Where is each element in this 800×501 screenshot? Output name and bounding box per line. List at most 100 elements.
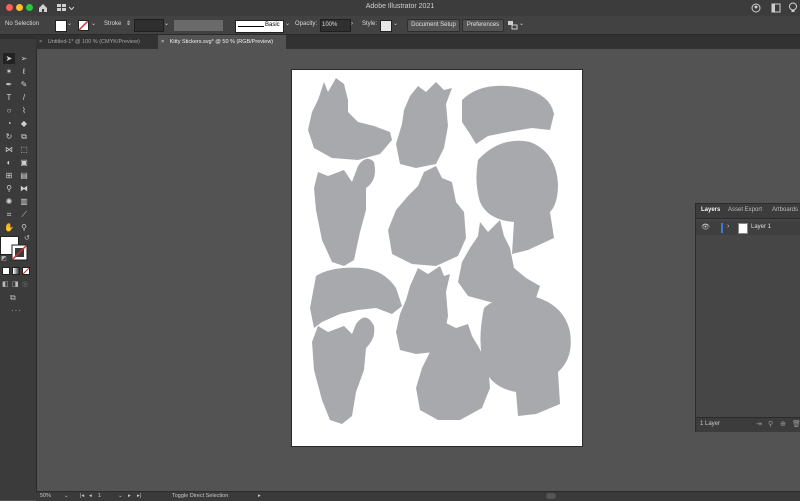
draw-behind-icon[interactable]: ◨ — [12, 280, 19, 288]
kitty-stickers-artwork[interactable] — [292, 70, 582, 446]
artboard[interactable] — [291, 69, 583, 447]
document-setup-button[interactable]: Document Setup — [407, 19, 460, 32]
stroke-weight-field[interactable] — [134, 19, 164, 32]
opacity-label[interactable]: Opacity: — [295, 19, 317, 30]
lasso-tool-icon[interactable]: ℓ — [18, 66, 30, 77]
swap-fill-stroke-icon[interactable]: ↺ — [24, 234, 30, 242]
arrange-documents-icon[interactable] — [771, 3, 781, 13]
symbol-sprayer-tool-icon[interactable]: ✺ — [3, 196, 15, 207]
eraser-tool-icon[interactable]: ◆ — [18, 118, 30, 129]
cat-head-sticker-2 — [480, 295, 571, 416]
blend-tool-icon[interactable]: ⧓ — [18, 183, 30, 194]
default-fill-stroke-icon[interactable]: ◩ — [1, 255, 7, 262]
arrange-icon[interactable] — [508, 21, 518, 30]
layer-name[interactable]: Layer 1 — [751, 224, 771, 230]
discover-lightbulb-icon[interactable] — [788, 2, 798, 14]
edit-toolbar-more-icon[interactable]: ··· — [11, 306, 22, 315]
none-mode-icon[interactable] — [22, 267, 30, 275]
tab-close-icon[interactable]: × — [161, 39, 164, 45]
previous-artboard-icon[interactable]: ◂ — [89, 493, 92, 499]
ellipse-tool-icon[interactable]: ○ — [3, 105, 15, 116]
first-artboard-icon[interactable]: |◂ — [80, 493, 84, 499]
chevron-right-icon[interactable]: › — [351, 19, 353, 30]
tab-artboards[interactable]: Artboards — [772, 207, 798, 213]
zoom-level[interactable]: 50% — [40, 493, 51, 499]
brush-stroke-preview — [238, 26, 264, 27]
panel-grip[interactable] — [0, 35, 36, 39]
tab-untitled-1[interactable]: × Untitled-1* @ 100 % (CMYK/Preview) — [36, 35, 158, 49]
shaper-tool-icon[interactable]: ◔ — [3, 118, 15, 129]
layers-panel-footer: 1 Layer ⇥ ⚲ ⊕ 🗑 — [696, 417, 800, 432]
stroke-color-swatch[interactable] — [11, 244, 28, 261]
hand-tool-icon[interactable]: ✋ — [3, 222, 15, 233]
brush-definition[interactable]: Basic — [235, 20, 284, 33]
paintbrush-tool-icon[interactable]: ⌇ — [18, 105, 30, 116]
visibility-eye-icon[interactable]: 👁 — [701, 223, 710, 231]
fill-swatch[interactable] — [55, 20, 67, 32]
scale-tool-icon[interactable]: ⧉ — [18, 131, 30, 142]
variable-width-profile[interactable] — [174, 20, 223, 31]
chevron-down-icon[interactable]: ⌄ — [64, 493, 69, 499]
draw-inside-icon[interactable]: ◎ — [22, 280, 28, 288]
stroke-weight-stepper-icon[interactable]: ⇕ — [126, 19, 131, 30]
layer-color-indicator — [721, 223, 723, 233]
draw-normal-icon[interactable]: ◧ — [2, 280, 9, 288]
artboard-number[interactable]: 1 — [98, 493, 101, 499]
curvature-tool-icon[interactable]: ✎ — [18, 79, 30, 90]
chevron-down-icon[interactable]: ⌄ — [285, 19, 290, 30]
chevron-down-icon[interactable]: ⌄ — [519, 19, 524, 30]
live-paint-tool-icon[interactable]: ▣ — [18, 157, 30, 168]
control-bar: No Selection ⌄ ⌄ Stroke ⇕ ⌄ Basic ⌄ Opac… — [0, 16, 800, 35]
slice-tool-icon[interactable]: ⟋ — [18, 209, 30, 220]
mesh-tool-icon[interactable]: ⊞ — [3, 170, 15, 181]
line-segment-tool-icon[interactable]: / — [18, 92, 30, 103]
new-layer-icon[interactable]: ⊕ — [780, 420, 786, 428]
color-mode-icon[interactable] — [2, 267, 10, 275]
window-title: Adobe Illustrator 2021 — [365, 3, 435, 10]
eyedropper-tool-icon[interactable]: ⚲ — [3, 183, 15, 194]
shape-builder-tool-icon[interactable]: ◐ — [3, 157, 15, 168]
pen-tool-icon[interactable]: ✒ — [3, 79, 15, 90]
chevron-down-icon[interactable]: ⌄ — [118, 493, 123, 499]
opacity-field[interactable]: 100% — [320, 19, 351, 32]
zoom-tool-icon[interactable]: ⚲ — [18, 222, 30, 233]
free-transform-tool-icon[interactable]: ⬚ — [18, 144, 30, 155]
export-icon[interactable]: ⇥ — [756, 420, 762, 428]
preferences-button[interactable]: Preferences — [462, 19, 504, 32]
tab-close-icon[interactable]: × — [39, 39, 42, 45]
graphic-style-swatch[interactable] — [380, 20, 392, 32]
cat-sitting-sticker-2 — [396, 82, 452, 168]
tab-layers[interactable]: Layers — [701, 207, 720, 213]
stroke-swatch-none-icon[interactable] — [78, 20, 89, 31]
gradient-mode-icon[interactable] — [12, 267, 20, 275]
magic-wand-tool-icon[interactable]: ✶ — [3, 66, 15, 77]
direct-selection-tool-icon[interactable]: ➢ — [18, 53, 30, 64]
tab-kitty-stickers[interactable]: × Kitty Stickers.svg* @ 50 % (RGB/Previe… — [158, 35, 286, 49]
horizontal-scroll-thumb[interactable] — [546, 493, 556, 499]
tab-asset-export[interactable]: Asset Export — [728, 207, 762, 213]
width-tool-icon[interactable]: ⋈ — [3, 144, 15, 155]
share-icon[interactable] — [751, 3, 761, 13]
tools-panel: ➤ ➢ ✶ ℓ ✒ ✎ T / ○ ⌇ ◔ ◆ ↻ ⧉ ⋈ ⬚ ◐ ▣ ⊞ ▤ … — [0, 35, 37, 500]
status-menu-icon[interactable]: ▸ — [258, 493, 261, 499]
stroke-label[interactable]: Stroke — [104, 19, 121, 30]
chevron-down-icon[interactable]: ⌄ — [91, 19, 96, 30]
gradient-tool-icon[interactable]: ▤ — [18, 170, 30, 181]
layer-row[interactable]: 👁 › Layer 1 — [696, 221, 800, 235]
column-graph-tool-icon[interactable]: ▥ — [18, 196, 30, 207]
chevron-down-icon[interactable]: ⌄ — [164, 19, 169, 30]
selection-tool-icon[interactable]: ➤ — [3, 53, 15, 64]
cat-sitting-sticker-3 — [388, 166, 466, 266]
rotate-tool-icon[interactable]: ↻ — [3, 131, 15, 142]
locate-object-icon[interactable]: ⚲ — [768, 420, 773, 428]
last-artboard-icon[interactable]: ▸| — [137, 493, 141, 499]
brush-name: Basic — [265, 22, 280, 28]
chevron-down-icon[interactable]: ⌄ — [393, 19, 398, 30]
type-tool-icon[interactable]: T — [3, 92, 15, 103]
screen-mode-icon[interactable]: ⧉ — [10, 293, 16, 303]
next-artboard-icon[interactable]: ▸ — [128, 493, 131, 499]
delete-layer-icon[interactable]: 🗑 — [792, 420, 800, 428]
chevron-down-icon[interactable]: ⌄ — [67, 19, 72, 30]
artboard-tool-icon[interactable]: ⌗ — [3, 209, 15, 220]
expand-chevron-icon[interactable]: › — [727, 223, 729, 230]
